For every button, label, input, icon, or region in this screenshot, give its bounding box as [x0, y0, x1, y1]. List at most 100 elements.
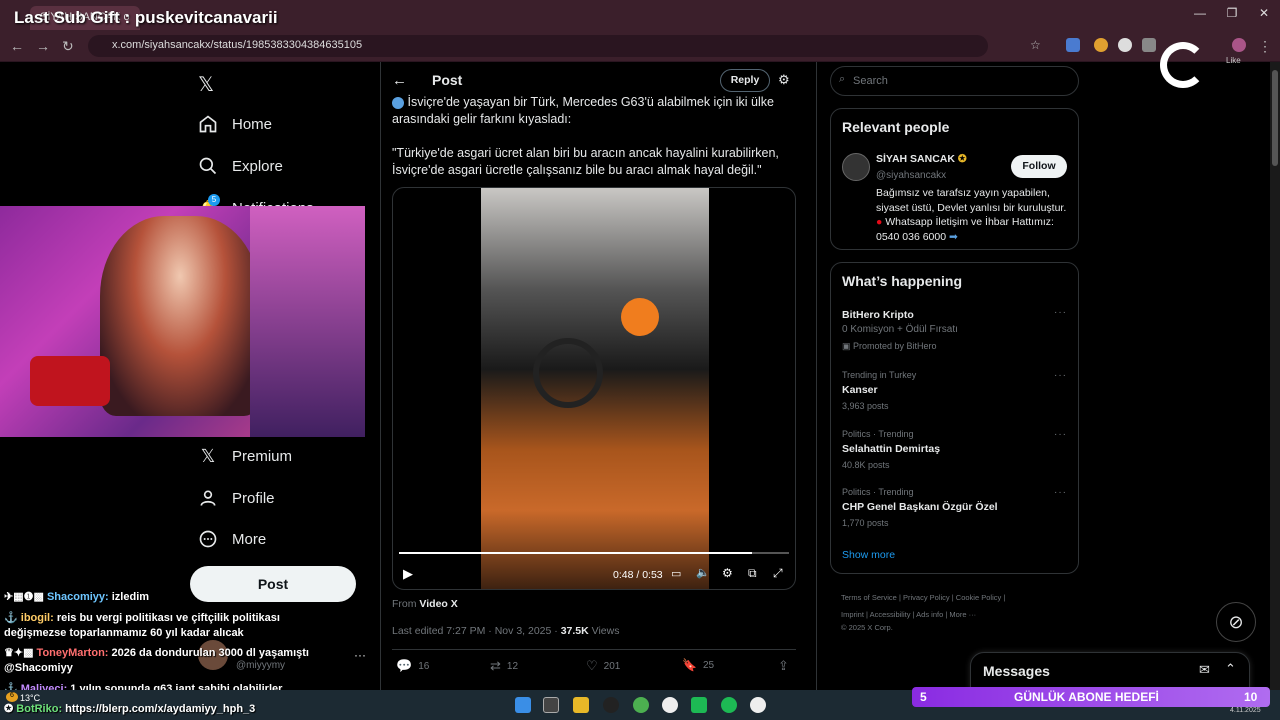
relevant-people-title: Relevant people	[842, 119, 950, 135]
settings-gear-icon[interactable]: ⚙	[722, 566, 733, 580]
x-logo-icon[interactable]: 𝕏	[198, 72, 214, 97]
footer-link[interactable]: More ···	[949, 610, 976, 619]
search-icon: ⌕	[839, 73, 846, 85]
close-icon[interactable]: ✕	[1254, 6, 1274, 20]
maximize-icon[interactable]: ❐	[1222, 6, 1242, 20]
extensions-puzzle-icon[interactable]	[1142, 38, 1156, 52]
views-count: 37.5K	[560, 625, 589, 637]
video-player[interactable]: ▶ 0:48 / 0:53 ▭ 🔈 ⚙ ⧉ ⤢	[392, 187, 796, 590]
trend-item[interactable]: Politics · Trending Selahattin Demirtaş …	[842, 427, 1072, 472]
trend-name: Selahattin Demirtaş	[842, 443, 941, 455]
post-button[interactable]: Post	[190, 566, 356, 602]
bio-line: Whatsapp İletişim ve İhbar Hattımız:	[885, 216, 1054, 228]
share-action[interactable]: ⇪	[778, 658, 789, 674]
more-options-icon[interactable]: ···	[1054, 429, 1067, 440]
nav-premium-label: Premium	[232, 447, 293, 465]
browser-menu-icon[interactable]: ⋮	[1258, 38, 1272, 55]
extension-icon[interactable]	[1094, 38, 1108, 52]
extension-icon[interactable]	[1066, 38, 1080, 52]
home-icon	[198, 114, 218, 134]
show-more-link[interactable]: Show more	[842, 549, 895, 561]
footer-link[interactable]: Accessibility	[870, 610, 911, 619]
video-progress-fill	[399, 552, 752, 554]
relevant-bio: Bağımsız ve tarafsız yayın yapabilen, si…	[876, 186, 1066, 244]
nav-premium[interactable]: 𝕏 Premium	[198, 442, 292, 470]
new-message-icon[interactable]: ✉	[1199, 662, 1210, 678]
profile-avatar[interactable]	[842, 153, 870, 181]
trend-item[interactable]: Politics · Trending CHP Genel Başkanı Öz…	[842, 485, 1072, 530]
trend-item[interactable]: Trending in Turkey Kanser 3,963 posts ··…	[842, 368, 1072, 413]
extension-icon[interactable]	[1118, 38, 1132, 52]
person-icon	[198, 488, 218, 508]
footer-link[interactable]: Privacy Policy	[903, 593, 950, 602]
chat-badges-icon: ♛✦▩	[4, 647, 34, 659]
scrollbar-thumb[interactable]	[1272, 70, 1278, 166]
edited-timestamp[interactable]: Last edited 7:27 PM · Nov 3, 2025 ·	[392, 625, 561, 637]
search-input[interactable]: ⌕ Search	[830, 66, 1079, 96]
follow-button[interactable]: Follow	[1011, 155, 1067, 178]
search-icon	[198, 156, 218, 176]
trend-context: Trending in Turkey	[842, 370, 917, 380]
collapse-icon[interactable]: ⌃	[1225, 661, 1236, 677]
relevant-handle: @siyahsancakx	[876, 170, 947, 181]
more-options-icon[interactable]: ···	[1054, 370, 1067, 381]
tweet-meta: Last edited 7:27 PM · Nov 3, 2025 · 37.5…	[392, 625, 619, 637]
spotify-icon[interactable]	[721, 697, 737, 713]
forward-icon[interactable]: →	[36, 38, 50, 54]
volume-icon[interactable]: 🔈	[696, 566, 710, 579]
back-icon[interactable]: ←	[10, 38, 24, 54]
messages-drawer[interactable]: Messages ✉ ⌃	[970, 652, 1250, 690]
bookmark-star-icon[interactable]: ☆	[1030, 38, 1041, 52]
profile-avatar-icon[interactable]	[1232, 38, 1246, 52]
divider	[392, 649, 796, 650]
more-options-icon[interactable]: ···	[1054, 307, 1067, 318]
microphone-image	[30, 356, 110, 406]
file-explorer-icon[interactable]	[573, 697, 589, 713]
relevant-name[interactable]: SİYAH SANCAK ✪	[876, 153, 967, 165]
reply-button[interactable]: Reply	[720, 69, 770, 92]
obs-icon[interactable]	[603, 697, 619, 713]
footer-link[interactable]: Cookie Policy	[956, 593, 1001, 602]
repost-action[interactable]: ⇄ 12	[490, 658, 518, 674]
trend-name: CHP Genel Başkanı Özgür Özel	[842, 501, 998, 513]
back-arrow-icon[interactable]: ←	[392, 72, 407, 89]
play-icon[interactable]: ▶	[403, 566, 413, 582]
chat-message: @Shacomiyy	[4, 661, 73, 675]
footer-link[interactable]: Ads info	[916, 610, 943, 619]
minimize-icon[interactable]: —	[1190, 6, 1210, 20]
nav-explore[interactable]: Explore	[198, 152, 283, 180]
like-count: 201	[603, 660, 621, 672]
task-view-icon[interactable]	[543, 697, 559, 713]
share-icon: ⇪	[778, 658, 789, 673]
chat-message: ⚓ ibogil: reis bu vergi politikası ve çi…	[4, 611, 280, 625]
account-menu-icon[interactable]: ···	[354, 648, 366, 662]
pip-icon[interactable]: ⧉	[748, 566, 757, 581]
grok-icon[interactable]: ⊘	[1216, 602, 1256, 642]
footer-link[interactable]: Terms of Service	[841, 593, 897, 602]
more-options-icon[interactable]: ···	[1054, 487, 1067, 498]
chrome-icon[interactable]	[633, 697, 649, 713]
nav-home[interactable]: Home	[198, 110, 272, 138]
video-time: 0:48 / 0:53	[613, 569, 663, 581]
fullscreen-icon[interactable]: ⤢	[773, 566, 783, 581]
app-g-icon[interactable]	[662, 697, 678, 713]
windows-start-icon[interactable]	[515, 697, 531, 713]
nav-more[interactable]: More	[198, 525, 266, 553]
app-icon[interactable]	[691, 697, 707, 713]
like-action[interactable]: ♡ 201	[586, 658, 620, 674]
chat-badge-icon: ⚓	[4, 612, 18, 624]
trend-item[interactable]: BitHero Kripto 0 Komisyon + Ödül Fırsatı…	[842, 305, 1072, 355]
chat-text: değişmezse toparlanmamız 60 yıl kadar al…	[4, 627, 244, 639]
reply-action[interactable]: 💬 16	[396, 658, 429, 674]
footer-link[interactable]: Imprint	[841, 610, 864, 619]
address-bar[interactable]: x.com/siyahsancakx/status/19853833043846…	[88, 35, 988, 57]
nav-profile[interactable]: Profile	[198, 484, 275, 512]
chat-message: ♛✦▩ ToneyMarton: 2026 da dondurulan 3000…	[4, 646, 309, 660]
from-source[interactable]: Video X	[419, 598, 457, 610]
reload-icon[interactable]: ↻	[62, 38, 74, 55]
filter-icon[interactable]: ⚙	[778, 72, 790, 88]
bookmark-action[interactable]: 🔖 25	[682, 658, 714, 672]
weather-badge: 6	[6, 692, 18, 702]
app-g-icon[interactable]	[750, 697, 766, 713]
captions-icon[interactable]: ▭	[671, 567, 681, 580]
